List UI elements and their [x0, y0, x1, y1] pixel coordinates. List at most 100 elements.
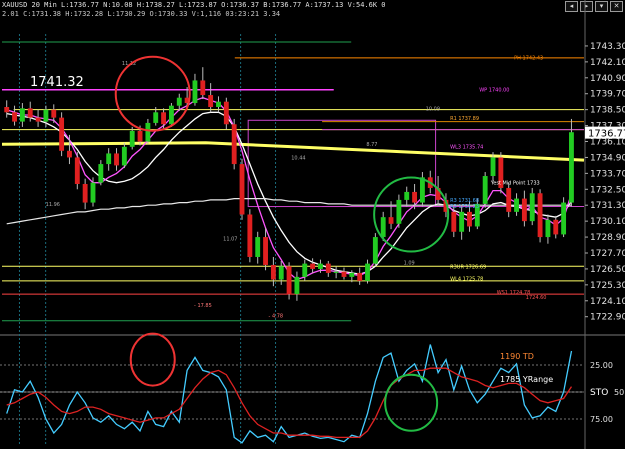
candle-body: [19, 108, 25, 122]
y-tick-label: 1730.10: [590, 217, 625, 227]
candle-body: [145, 122, 151, 142]
candle-body: [12, 112, 17, 122]
candle-body: [82, 183, 88, 203]
level-label: R3UR 1726.69: [450, 264, 486, 270]
level-label: WL3 1735.74: [450, 144, 483, 150]
candle-body: [27, 108, 33, 118]
candle-body: [372, 237, 378, 264]
candle-body: [521, 198, 527, 222]
level-label: 11.07: [223, 236, 237, 242]
candle-body: [396, 199, 402, 224]
y-tick-label: 1733.70: [590, 169, 625, 179]
candle-body: [137, 130, 143, 142]
candle-body: [451, 211, 457, 232]
candle-body: [192, 80, 198, 104]
oscillator-tick-label: 25.00: [590, 361, 613, 370]
last-price-label: 1736.77: [588, 129, 625, 140]
highlight-circle: [373, 176, 450, 253]
candle-body: [43, 109, 49, 122]
level-label: WL4 1725.78: [450, 276, 483, 282]
level-label: Yest Mid Point 1733: [490, 181, 540, 187]
candle-body: [482, 176, 488, 204]
candle-body: [208, 95, 214, 107]
trading-chart[interactable]: PH 1742.43 WP 1740.00 R1 1737.89 WL3 1735.7…: [0, 0, 625, 449]
candle-body: [161, 112, 167, 125]
candle-body: [51, 109, 57, 118]
candle-body: [153, 112, 159, 123]
candle-body: [325, 263, 331, 273]
oscillator-highlight-circle: [384, 373, 439, 432]
stochastic-k-line: [6, 344, 573, 444]
candle-body: [310, 263, 316, 269]
candle-body: [302, 263, 308, 277]
oscillator-tick-label: 75.00: [590, 415, 613, 424]
y-tick-label: 1726.50: [590, 265, 625, 275]
candle-body: [114, 153, 119, 166]
level-label: 11.96: [46, 202, 60, 208]
candle-body: [4, 107, 10, 113]
price-callout: 1741.32: [30, 75, 84, 90]
candle-body: [341, 271, 347, 277]
level-label: R3 1731.23: [450, 204, 479, 210]
candle-body: [121, 146, 127, 166]
level-label: 1.09: [404, 260, 415, 266]
level-label: 1724.60: [526, 295, 547, 301]
level-label: - 4.78: [269, 313, 284, 319]
candle-body: [255, 237, 261, 257]
y-tick-label: 1732.50: [590, 185, 625, 195]
candle-body: [168, 105, 174, 125]
candle-body: [200, 80, 206, 96]
y-tick-label: 1727.70: [590, 249, 625, 259]
candle-body: [506, 187, 512, 212]
candle-body: [537, 193, 543, 238]
candle-body: [129, 130, 135, 147]
candle-body: [231, 124, 237, 165]
oscillator-highlight-circle: [129, 332, 176, 387]
candle-body: [561, 202, 567, 235]
candle-body: [318, 263, 323, 269]
candle-body: [247, 214, 253, 257]
level-label: WP 1740.00: [479, 88, 509, 94]
level-label: R1 1737.89: [450, 116, 479, 122]
candle-body: [98, 164, 104, 183]
oscillator-tick-label: 50: [614, 388, 624, 397]
y-tick-label: 1734.90: [590, 153, 625, 163]
candle-body: [286, 266, 292, 295]
candle-body: [459, 211, 465, 232]
level-label: 10.09: [426, 106, 440, 112]
candle-body: [404, 191, 410, 200]
y-tick-label: 1740.90: [590, 74, 625, 84]
y-tick-label: 1722.90: [590, 313, 625, 323]
y-tick-label: 1742.10: [590, 58, 625, 68]
candle-body: [270, 264, 276, 280]
candle-body: [357, 272, 363, 281]
candle-body: [467, 211, 472, 227]
candle-body: [106, 153, 112, 165]
candle-body: [553, 219, 559, 235]
level-label: - 17.85: [194, 303, 212, 309]
y-tick-label: 1728.90: [590, 233, 625, 243]
oscillator-panel-label: STO: [590, 388, 608, 398]
y-tick-label: 1738.50: [590, 106, 625, 116]
y-tick-label: 1725.30: [590, 281, 625, 291]
candle-body: [529, 193, 535, 222]
candle-body: [349, 272, 355, 277]
candle-body: [216, 101, 221, 107]
highlight-circle: [114, 55, 191, 132]
y-tick-label: 1743.30: [590, 42, 625, 52]
candle-body: [514, 198, 519, 212]
candle-body: [74, 157, 80, 184]
candle-body: [294, 276, 300, 295]
candle-body: [223, 101, 229, 125]
candle-body: [176, 97, 182, 106]
y-tick-label: 1731.30: [590, 201, 625, 211]
yrange-annotation: 1785 YRange: [500, 375, 553, 384]
level-label: 10.44: [291, 155, 305, 161]
candle-body: [388, 217, 394, 224]
stochastic-d-line: [6, 367, 573, 439]
level-label: PH 1742.43: [514, 55, 543, 61]
candle-body: [412, 191, 418, 203]
level-label: 8.77: [366, 142, 377, 148]
y-tick-label: 1724.10: [590, 297, 625, 307]
candle-body: [333, 271, 339, 273]
